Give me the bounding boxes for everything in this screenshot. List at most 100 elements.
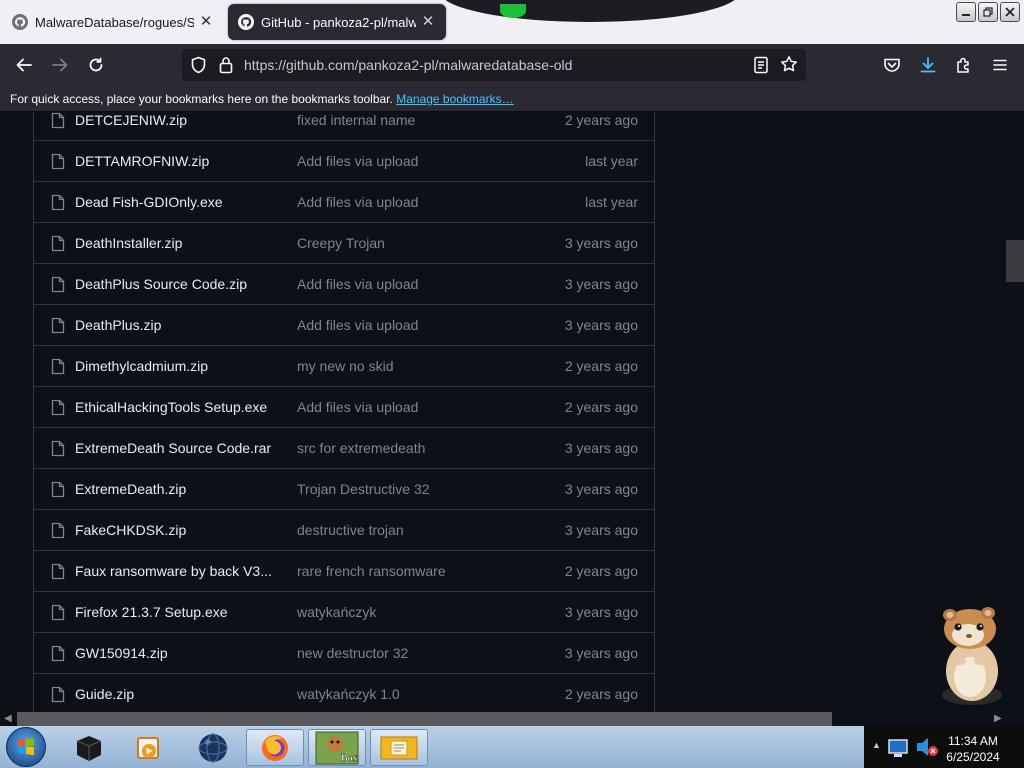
file-name-link[interactable]: Dead Fish-GDIOnly.exe bbox=[75, 194, 223, 210]
file-row[interactable]: Dimethylcadmium.zip my new no skid 2 years… bbox=[34, 346, 654, 387]
file-row[interactable]: Guide.zip watykańczyk 1.0 2 years ago bbox=[34, 674, 654, 712]
tab-github-malwaredatabase[interactable]: GitHub - pankoza2-pl/malware ✕ bbox=[228, 4, 446, 40]
vertical-scrollbar-thumb[interactable] bbox=[1006, 240, 1024, 282]
commit-message-link[interactable]: Add files via upload bbox=[297, 276, 418, 292]
commit-message-link[interactable]: Add files via upload bbox=[297, 194, 418, 210]
file-row[interactable]: FakeCHKDSK.zip destructive trojan 3 years … bbox=[34, 510, 654, 551]
commit-message-link[interactable]: fixed internal name bbox=[297, 112, 415, 128]
lock-icon[interactable] bbox=[219, 56, 233, 74]
show-hidden-icons-icon[interactable]: ▲ bbox=[872, 740, 881, 750]
security-alert-icon[interactable] bbox=[914, 734, 940, 760]
black-cube-icon bbox=[76, 735, 102, 761]
commit-date: 3 years ago bbox=[564, 604, 638, 620]
file-name-link[interactable]: DETTAMROFNIW.zip bbox=[75, 153, 209, 169]
commit-message-link[interactable]: my new no skid bbox=[297, 358, 393, 374]
commit-message-link[interactable]: new destructor 32 bbox=[297, 645, 408, 661]
reader-icon[interactable] bbox=[753, 56, 769, 74]
file-name-link[interactable]: DeathPlus Source Code.zip bbox=[75, 276, 247, 292]
commit-message-link[interactable]: watykańczyk bbox=[297, 604, 376, 620]
manage-bookmarks-link[interactable]: Manage bookmarks… bbox=[396, 92, 513, 106]
file-icon bbox=[51, 686, 65, 703]
file-name-link[interactable]: ExtremeDeath Source Code.rar bbox=[75, 440, 271, 456]
file-icon bbox=[51, 235, 65, 252]
file-icon bbox=[51, 276, 65, 293]
file-name-link[interactable]: GW150914.zip bbox=[75, 645, 168, 661]
downloads-button[interactable] bbox=[916, 53, 940, 77]
file-row[interactable]: ExtremeDeath Source Code.rar src for extr… bbox=[34, 428, 654, 469]
file-row[interactable]: DETCEJENIW.zip fixed internal name 2 years… bbox=[34, 112, 654, 141]
taskbar-app-document[interactable] bbox=[370, 729, 428, 766]
commit-message-link[interactable]: src for extremedeath bbox=[297, 440, 425, 456]
restore-button[interactable] bbox=[978, 2, 998, 22]
file-name-link[interactable]: DETCEJENIW.zip bbox=[75, 112, 187, 128]
file-name-link[interactable]: Faux ransomware by back V3... bbox=[75, 563, 272, 579]
close-window-button[interactable] bbox=[1000, 2, 1020, 22]
close-tab-icon[interactable]: ✕ bbox=[198, 14, 214, 30]
file-row[interactable]: Firefox 21.3.7 Setup.exe watykańczyk 3 yea… bbox=[34, 592, 654, 633]
url-bar[interactable]: https://github.com/pankoza2-pl/malwareda… bbox=[182, 49, 806, 81]
scroll-right-arrow-icon[interactable]: ▶ bbox=[994, 713, 1002, 724]
taskbar-clock[interactable]: 11:34 AM 6/25/2024 bbox=[940, 733, 1006, 765]
file-icon bbox=[51, 112, 65, 129]
shield-icon[interactable] bbox=[190, 56, 207, 74]
back-button[interactable] bbox=[12, 53, 36, 77]
taskbar-app-firefox[interactable] bbox=[246, 729, 304, 766]
file-row[interactable]: GW150914.zip new destructor 32 3 years ago bbox=[34, 633, 654, 674]
file-name-link[interactable]: FakeCHKDSK.zip bbox=[75, 522, 186, 538]
file-row[interactable]: ExtremeDeath.zip Trojan Destructive 32 3 y… bbox=[34, 469, 654, 510]
commit-date: last year bbox=[585, 153, 638, 169]
box-game-icon: Box bbox=[315, 731, 359, 764]
tab-malwaredatabase-rogues[interactable]: MalwareDatabase/rogues/Secu ✕ bbox=[2, 4, 224, 40]
theme-decoration-dot bbox=[500, 4, 526, 18]
file-row[interactable]: Faux ransomware by back V3... rare french… bbox=[34, 551, 654, 592]
file-name-link[interactable]: Firefox 21.3.7 Setup.exe bbox=[75, 604, 228, 620]
forward-button[interactable] bbox=[48, 53, 72, 77]
forward-icon bbox=[52, 58, 68, 72]
minimize-button[interactable] bbox=[956, 2, 976, 22]
network-icon[interactable] bbox=[886, 734, 914, 760]
scroll-left-arrow-icon[interactable]: ◀ bbox=[4, 713, 12, 724]
file-row[interactable]: DeathPlus.zip Add files via upload 3 years… bbox=[34, 305, 654, 346]
file-row[interactable]: EthicalHackingTools Setup.exe Add files v… bbox=[34, 387, 654, 428]
commit-date: 3 years ago bbox=[564, 522, 638, 538]
file-name-link[interactable]: EthicalHackingTools Setup.exe bbox=[75, 399, 267, 415]
file-icon bbox=[51, 481, 65, 498]
file-row[interactable]: DETTAMROFNIW.zip Add files via upload last… bbox=[34, 141, 654, 182]
taskbar-app-globe[interactable] bbox=[184, 729, 242, 766]
taskbar-app-box[interactable]: Box bbox=[308, 729, 366, 766]
commit-date: 2 years ago bbox=[564, 686, 638, 702]
taskbar-app-black-box[interactable] bbox=[60, 729, 118, 766]
file-name-link[interactable]: ExtremeDeath.zip bbox=[75, 481, 186, 497]
file-name-link[interactable]: DeathInstaller.zip bbox=[75, 235, 182, 251]
file-row[interactable]: Dead Fish-GDIOnly.exe Add files via uploa… bbox=[34, 182, 654, 223]
commit-message-link[interactable]: Trojan Destructive 32 bbox=[297, 481, 430, 497]
commit-date: 2 years ago bbox=[564, 112, 638, 128]
file-name-link[interactable]: Guide.zip bbox=[75, 686, 134, 702]
file-row[interactable]: DeathInstaller.zip Creepy Trojan 3 years a… bbox=[34, 223, 654, 264]
commit-message-link[interactable]: Add files via upload bbox=[297, 153, 418, 169]
file-icon bbox=[51, 440, 65, 457]
pocket-button[interactable] bbox=[880, 53, 904, 77]
extensions-button[interactable] bbox=[952, 53, 976, 77]
commit-message-link[interactable]: rare french ransomware bbox=[297, 563, 446, 579]
horizontal-scrollbar-thumb[interactable] bbox=[17, 712, 832, 726]
hamster-image bbox=[942, 607, 1002, 705]
commit-message-link[interactable]: Creepy Trojan bbox=[297, 235, 385, 251]
close-tab-icon[interactable]: ✕ bbox=[420, 14, 436, 30]
file-name-link[interactable]: Dimethylcadmium.zip bbox=[75, 358, 208, 374]
file-icon bbox=[51, 317, 65, 334]
reload-button[interactable] bbox=[84, 53, 108, 77]
start-button[interactable] bbox=[6, 727, 46, 767]
commit-date: 2 years ago bbox=[564, 358, 638, 374]
star-icon[interactable] bbox=[780, 55, 798, 73]
reload-icon bbox=[89, 57, 103, 72]
file-name-link[interactable]: DeathPlus.zip bbox=[75, 317, 161, 333]
url-text[interactable]: https://github.com/pankoza2-pl/malwareda… bbox=[244, 57, 572, 73]
app-menu-button[interactable] bbox=[988, 53, 1012, 77]
file-row[interactable]: DeathPlus Source Code.zip Add files via u… bbox=[34, 264, 654, 305]
taskbar-app-media-player[interactable] bbox=[120, 729, 178, 766]
commit-message-link[interactable]: Add files via upload bbox=[297, 317, 418, 333]
commit-message-link[interactable]: Add files via upload bbox=[297, 399, 418, 415]
commit-message-link[interactable]: destructive trojan bbox=[297, 522, 404, 538]
commit-message-link[interactable]: watykańczyk 1.0 bbox=[297, 686, 400, 702]
